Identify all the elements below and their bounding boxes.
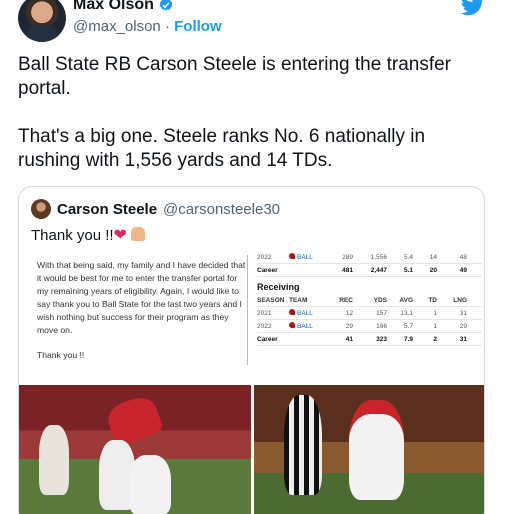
author-name-row[interactable]: Max Olson — [73, 0, 174, 14]
ball-state-logo-icon — [289, 309, 295, 315]
statement-closing: Thank you !! — [37, 350, 85, 360]
quoted-author-avatar — [31, 199, 51, 219]
ball-state-logo-icon — [289, 253, 295, 259]
stats-table: 2022 BALL 289 1,556 5.4 14 48 Career 481… — [257, 251, 482, 346]
quoted-tweet-text: Thank you !!❤ — [31, 225, 146, 245]
separator-dot: · — [164, 18, 170, 35]
tweet-paragraph: That's a big one. Steele ranks No. 6 nat… — [18, 126, 426, 171]
heart-emoji-icon: ❤ — [113, 227, 127, 244]
table-row: 2022 BALL 289 1,556 5.4 14 48 — [257, 251, 482, 264]
follow-button[interactable]: Follow — [174, 18, 222, 35]
table-header-row: SEASON TEAM REC YDS AVG TD LNG — [257, 294, 482, 307]
game-action-photo[interactable] — [19, 385, 251, 514]
divider — [247, 255, 248, 365]
player-figure — [39, 425, 69, 495]
tweet-body: Ball State RB Carson Steele is entering … — [18, 53, 488, 197]
receiving-section-title: Receiving — [257, 282, 300, 292]
twitter-bird-icon[interactable] — [461, 0, 485, 16]
tweet-header: Max Olson @max_olson · Follow — [0, 0, 505, 48]
quoted-author-name: Carson Steele — [57, 200, 158, 218]
player-figure — [349, 400, 404, 500]
ball-state-logo-icon — [289, 322, 295, 328]
quoted-tweet[interactable]: Carson Steele @carsonsteele30 Thank you … — [18, 186, 485, 514]
quoted-text: Thank you !! — [31, 227, 114, 244]
quoted-tweet-header: Carson Steele @carsonsteele30 — [31, 199, 280, 219]
statement-text: With that being said, my family and I ha… — [37, 260, 246, 335]
table-row: 2022 BALL 29 166 5.7 1 29 — [257, 320, 482, 333]
player-figure — [129, 455, 171, 514]
verified-badge-icon — [159, 0, 173, 11]
author-avatar[interactable] — [18, 0, 66, 42]
career-row: Career 481 2,447 5.1 20 49 — [257, 264, 482, 277]
quoted-author-handle: @carsonsteele30 — [163, 200, 281, 218]
player-running-photo[interactable] — [254, 385, 484, 514]
author-handle[interactable]: @max_olson — [73, 18, 161, 35]
author-handle-row: @max_olson · Follow — [73, 18, 222, 35]
table-row: 2021 BALL 12 157 13.1 1 31 — [257, 307, 482, 320]
career-row: Career 41 323 7.9 2 31 — [257, 333, 482, 346]
statement-image[interactable]: With that being said, my family and I ha… — [19, 251, 484, 371]
author-name[interactable]: Max Olson — [73, 0, 154, 14]
referee-figure — [284, 395, 322, 495]
tweet-paragraph: Ball State RB Carson Steele is entering … — [18, 54, 452, 99]
statement-text-block: With that being said, my family and I ha… — [37, 259, 247, 362]
folded-hands-emoji-icon — [131, 227, 146, 241]
